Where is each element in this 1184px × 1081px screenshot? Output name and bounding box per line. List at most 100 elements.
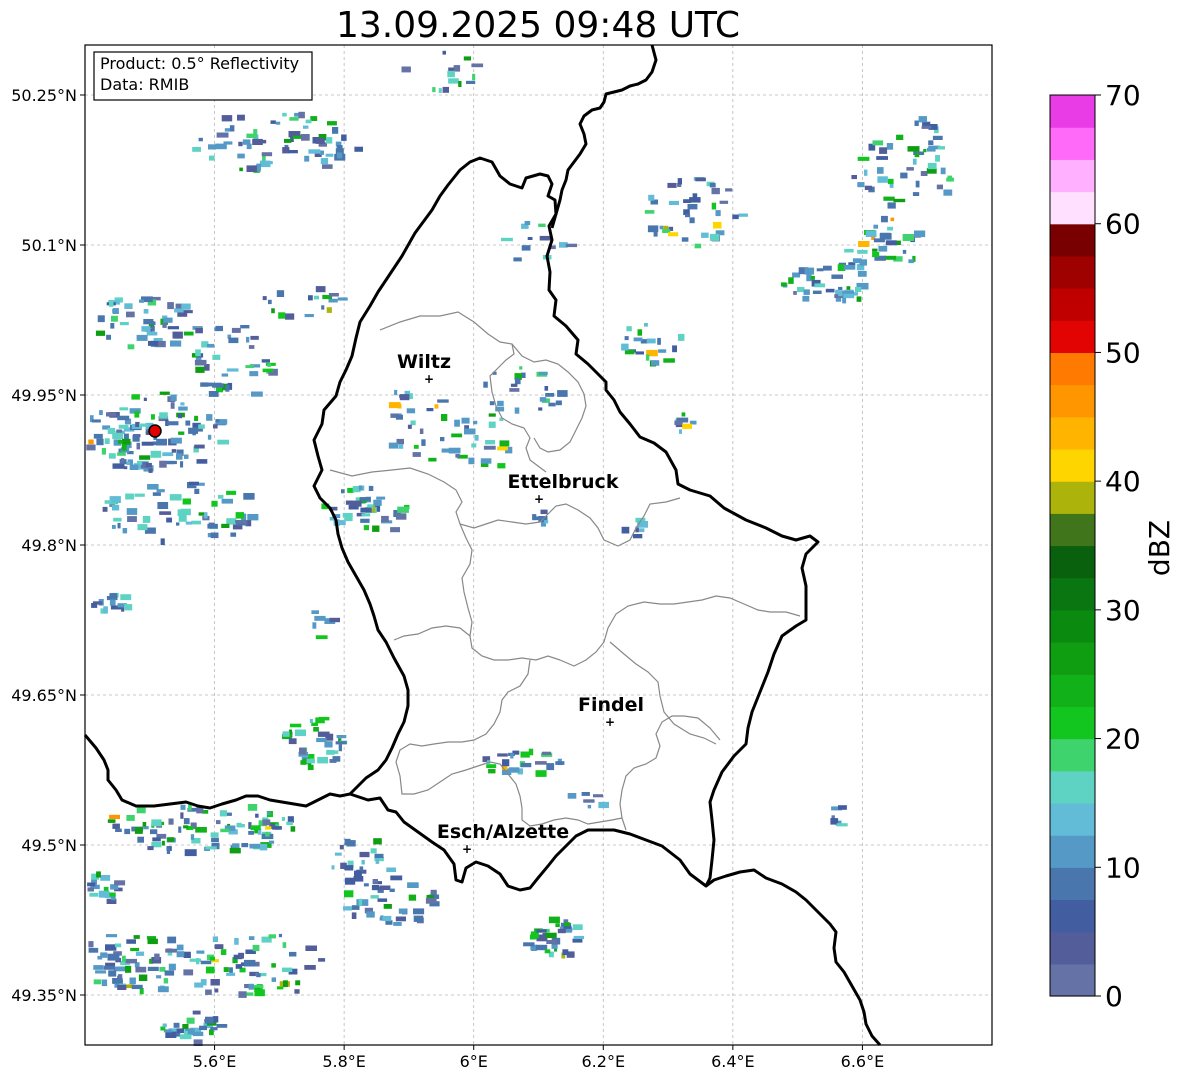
echo-pixel [220, 828, 230, 833]
colorbar-swatch [1050, 127, 1095, 160]
echo-pixel [797, 287, 805, 293]
echo-pixel [281, 817, 285, 821]
echo-pixel [857, 270, 867, 277]
echo-pixel [413, 915, 424, 922]
echo-pixel [322, 164, 333, 169]
echo-pixel [451, 433, 463, 438]
echo-pixel [326, 307, 332, 313]
echo-pixel [148, 340, 159, 346]
city-label: Ettelbruck [508, 471, 619, 493]
echo-pixel [209, 956, 215, 961]
echo-pixel [154, 953, 160, 960]
map-title: 13.09.2025 09:48 UTC [336, 5, 740, 46]
echo-pixel [514, 378, 521, 385]
echo-pixel [168, 963, 176, 971]
echo-pixel [810, 275, 815, 280]
colorbar-swatch [1050, 95, 1095, 128]
echo-pixel [152, 492, 161, 496]
echo-pixel [461, 417, 470, 424]
echo-pixel [896, 134, 904, 140]
echo-pixel [407, 882, 419, 888]
echo-pixel [394, 389, 398, 396]
city-plus-icon: + [534, 492, 544, 506]
echo-pixel [376, 496, 386, 500]
echo-pixel [288, 738, 297, 745]
city-label: Wiltz [397, 351, 451, 373]
echo-pixel [538, 371, 548, 375]
echo-pixel [175, 1028, 185, 1034]
echo-pixel [555, 400, 562, 406]
echo-pixel [178, 826, 182, 833]
echo-pixel [682, 423, 692, 429]
echo-pixel [251, 391, 263, 397]
echo-pixel [448, 78, 459, 84]
echo-pixel [89, 892, 99, 897]
colorbar-tick-label: 50 [1105, 336, 1141, 369]
echo-pixel [192, 1010, 201, 1015]
echo-pixel [156, 975, 162, 979]
echo-pixel [107, 819, 116, 823]
echo-pixel [935, 155, 940, 162]
echo-pixel [488, 421, 496, 428]
echo-pixel [399, 394, 410, 401]
echo-pixel [265, 826, 272, 830]
echo-pixel [104, 438, 110, 444]
echo-pixel [831, 274, 843, 279]
echo-pixel [836, 823, 848, 827]
echo-pixel [940, 167, 946, 175]
colorbar-swatch [1050, 609, 1095, 643]
echo-pixel [292, 135, 301, 139]
echo-pixel [341, 134, 347, 141]
echo-pixel [872, 248, 878, 252]
echo-pixel [528, 748, 534, 756]
echo-pixel [205, 989, 212, 995]
echo-pixel [678, 333, 685, 341]
echo-pixel [137, 836, 144, 843]
echo-pixel [501, 237, 513, 242]
echo-pixel [186, 1017, 195, 1024]
echo-pixel [689, 197, 701, 203]
echo-pixel [914, 153, 920, 158]
echo-pixel [360, 497, 371, 501]
echo-pixel [386, 867, 396, 873]
echo-pixel [587, 804, 592, 809]
echo-pixel [852, 258, 862, 264]
echo-pixel [178, 431, 185, 435]
echo-pixel [182, 498, 191, 505]
echo-pixel [480, 458, 492, 464]
echo-pixel [946, 177, 954, 182]
echo-pixel [356, 899, 369, 906]
echo-pixel [314, 615, 326, 621]
echo-pixel [208, 144, 216, 150]
echo-pixel [226, 368, 239, 372]
echo-pixel [192, 1031, 204, 1037]
echo-pixel [923, 149, 927, 153]
radar-map-figure: 13.09.2025 09:48 UTC + Wiltz + Ettelbruc… [11, 5, 1176, 1071]
echo-pixel [181, 303, 191, 310]
echo-pixel [91, 419, 101, 423]
colorbar-tick-label: 10 [1105, 851, 1141, 884]
colorbar-label: dBZ [1143, 520, 1176, 576]
echo-pixel [397, 506, 409, 513]
echo-pixel [229, 847, 241, 854]
echo-pixel [562, 949, 569, 956]
echo-pixel [246, 992, 254, 996]
echo-pixel [290, 826, 296, 832]
echo-pixel [621, 526, 630, 534]
echo-pixel [161, 840, 165, 846]
echo-pixel [535, 761, 547, 765]
echo-pixel [843, 293, 855, 299]
echo-pixel [354, 146, 363, 152]
echo-pixel [342, 513, 353, 518]
echo-pixel [126, 508, 138, 515]
echo-pixel [544, 949, 551, 954]
echo-pixel [198, 424, 205, 429]
echo-pixel [294, 989, 300, 994]
echo-pixel [573, 935, 584, 940]
echo-pixel [165, 460, 177, 465]
echo-pixel [351, 905, 360, 910]
echo-pixel [101, 891, 105, 898]
echo-pixel [152, 837, 161, 842]
echo-pixel [508, 767, 520, 773]
echo-pixel [524, 221, 531, 225]
